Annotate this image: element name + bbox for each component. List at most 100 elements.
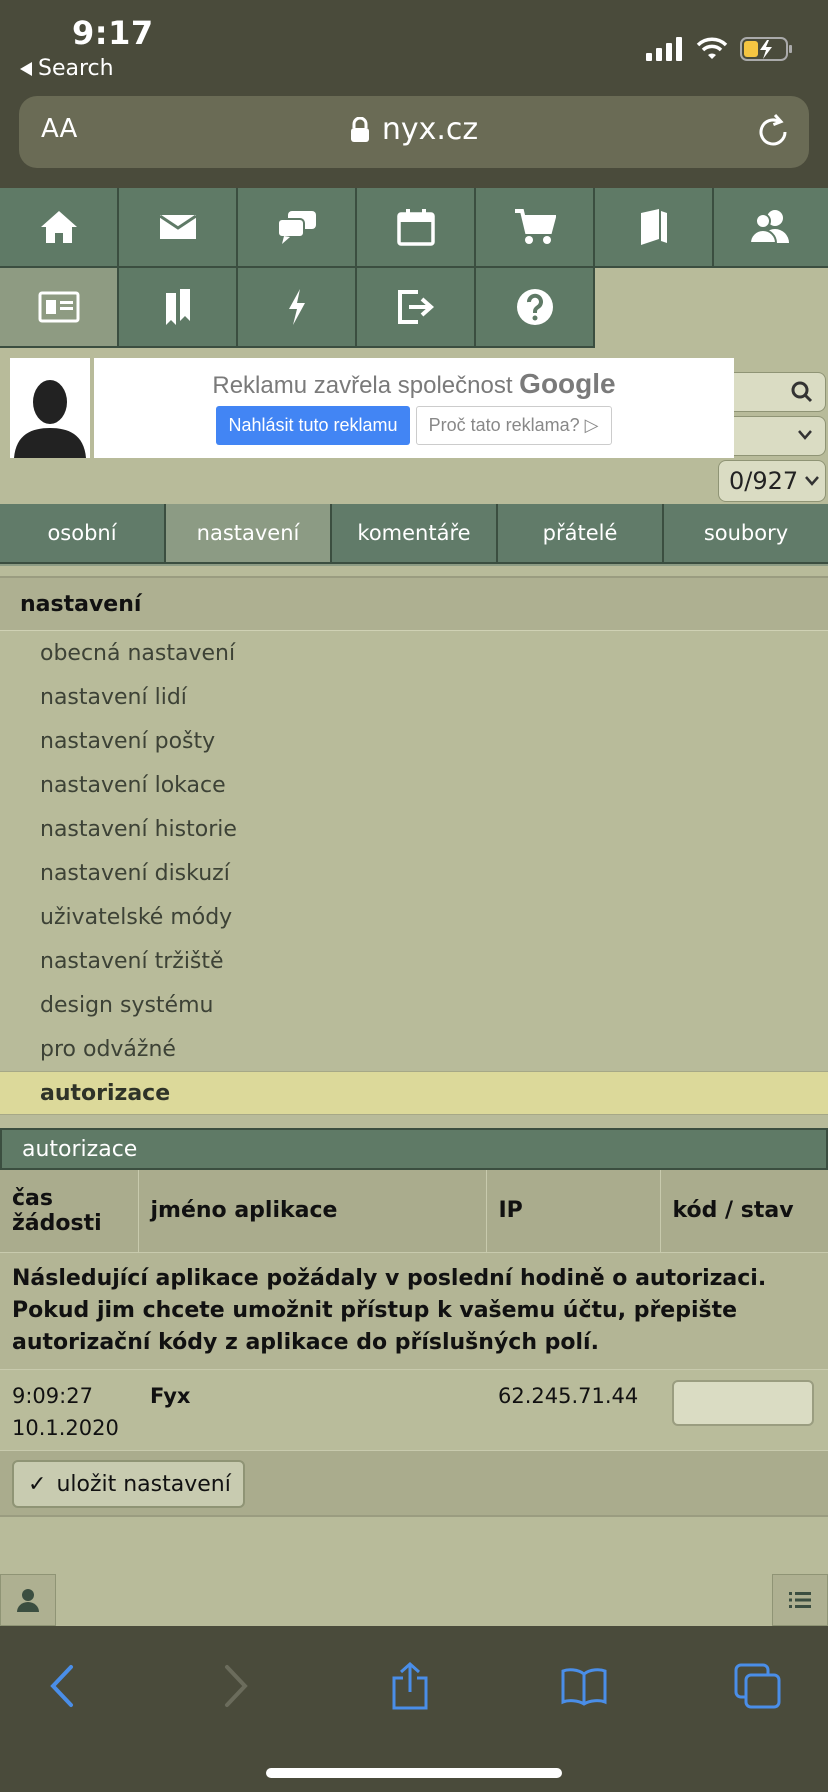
tab-files[interactable]: soubory	[664, 504, 828, 564]
filter-select[interactable]	[734, 416, 826, 456]
address-bar[interactable]: AA nyx.cz	[19, 96, 809, 168]
users-icon	[749, 210, 789, 244]
reload-icon[interactable]	[755, 112, 791, 150]
menu-item-people[interactable]: nastavení lidí	[0, 675, 828, 719]
mail-icon	[158, 214, 197, 239]
back-to-search-link[interactable]: Search	[20, 56, 114, 81]
save-row: ✓ uložit nastavení	[0, 1450, 828, 1517]
tab-friends[interactable]: přátelé	[498, 504, 664, 564]
ad-closed-notice: Reklamu zavřela společnost Google Nahlás…	[94, 358, 734, 458]
list-toggle-tab[interactable]	[772, 1574, 828, 1626]
nav-market[interactable]	[476, 188, 595, 268]
browser-top-chrome: 9:17 Search AA nyx.cz	[0, 0, 828, 188]
profile-card-icon	[38, 291, 79, 323]
list-icon	[789, 1592, 811, 1608]
report-ad-button[interactable]: Nahlásit tuto reklamu	[216, 406, 410, 445]
bookmarks-icon	[165, 289, 190, 325]
battery-charging-icon	[740, 37, 792, 61]
nav-help[interactable]	[476, 268, 595, 348]
nav-home[interactable]	[0, 188, 119, 268]
auth-table: čas žádosti jméno aplikace IP kód / stav …	[0, 1170, 828, 1454]
bookmarks-button[interactable]	[554, 1656, 614, 1716]
nav-mail[interactable]	[119, 188, 238, 268]
user-avatar[interactable]	[10, 358, 90, 458]
nav-discussions[interactable]	[238, 188, 357, 268]
page-count-select[interactable]: 0/927	[718, 460, 826, 502]
save-settings-label: uložit nastavení	[56, 1471, 231, 1497]
chevron-down-icon	[798, 430, 812, 440]
status-time: 9:17	[72, 14, 154, 52]
ad-closed-text: Reklamu zavřela společnost Google	[212, 368, 616, 399]
menu-item-design[interactable]: design systému	[0, 983, 828, 1027]
col-ip: IP	[486, 1170, 661, 1252]
nav-calendar[interactable]	[357, 188, 476, 268]
help-icon	[516, 289, 553, 325]
request-ip: 62.245.71.44	[486, 1368, 660, 1454]
request-time: 9:09:27 10.1.2020	[0, 1368, 138, 1454]
user-icon	[17, 1589, 39, 1612]
why-this-ad-button[interactable]: Proč tato reklama? ▷	[415, 406, 612, 445]
forward-button[interactable]	[206, 1656, 266, 1716]
icon-navigation	[0, 188, 828, 352]
share-button[interactable]	[380, 1656, 440, 1716]
table-row: 9:09:27 10.1.2020 Fyx 62.245.71.44	[0, 1368, 828, 1454]
col-request-time: čas žádosti	[0, 1170, 139, 1252]
back-search-label: Search	[38, 56, 114, 81]
auth-notice-row: Následující aplikace požádaly v poslední…	[0, 1251, 828, 1369]
nav-logout[interactable]	[357, 268, 476, 348]
menu-item-mail[interactable]: nastavení pošty	[0, 719, 828, 763]
cellular-signal-icon	[646, 37, 682, 61]
book-icon	[640, 209, 667, 245]
save-settings-button[interactable]: ✓ uložit nastavení	[12, 1460, 245, 1508]
auth-notice: Následující aplikace požádaly v poslední…	[0, 1251, 828, 1369]
menu-item-location[interactable]: nastavení lokace	[0, 763, 828, 807]
nav-profile[interactable]	[0, 268, 119, 348]
user-toggle-tab[interactable]	[0, 1574, 56, 1626]
google-logo-text: Google	[519, 368, 616, 399]
menu-item-market[interactable]: nastavení tržiště	[0, 939, 828, 983]
menu-item-discussions[interactable]: nastavení diskuzí	[0, 851, 828, 895]
lightning-icon	[288, 289, 305, 325]
col-code-status: kód / stav	[660, 1170, 828, 1252]
url-display[interactable]: nyx.cz	[19, 112, 809, 147]
discussion-icon	[276, 211, 316, 244]
calendar-icon	[396, 209, 435, 246]
code-cell	[660, 1368, 828, 1454]
settings-header: nastavení	[0, 576, 828, 631]
tabs-overview-icon	[734, 1663, 781, 1709]
search-input[interactable]	[734, 372, 826, 412]
menu-item-user-modes[interactable]: uživatelské módy	[0, 895, 828, 939]
status-indicators	[646, 36, 794, 62]
menu-item-general[interactable]: obecná nastavení	[0, 631, 828, 675]
url-domain: nyx.cz	[381, 112, 479, 147]
chevron-left-icon	[50, 1665, 73, 1707]
auth-table-header: čas žádosti jméno aplikace IP kód / stav	[0, 1170, 828, 1252]
nav-bookmarks[interactable]	[119, 268, 238, 348]
tab-comments[interactable]: komentáře	[332, 504, 498, 564]
lock-icon	[350, 116, 369, 142]
back-button[interactable]	[32, 1656, 92, 1716]
tab-personal[interactable]: osobní	[0, 504, 166, 564]
nav-book[interactable]	[595, 188, 714, 268]
share-icon	[392, 1662, 428, 1710]
nav-activity[interactable]	[238, 268, 357, 348]
app-name: Fyx	[138, 1368, 486, 1454]
home-icon	[40, 211, 77, 243]
nav-people[interactable]	[714, 188, 828, 268]
menu-item-brave[interactable]: pro odvážné	[0, 1027, 828, 1071]
menu-item-authorization[interactable]: autorizace	[0, 1071, 828, 1115]
logout-icon	[397, 290, 434, 324]
auth-code-input[interactable]	[672, 1379, 814, 1426]
back-arrow-icon	[20, 61, 32, 76]
section-tabs: osobní nastavení komentáře přátelé soubo…	[0, 504, 828, 566]
home-indicator	[266, 1768, 562, 1778]
browser-toolbar	[0, 1626, 828, 1792]
menu-item-history[interactable]: nastavení historie	[0, 807, 828, 851]
tab-settings[interactable]: nastavení	[166, 504, 332, 564]
ad-choices-icon: ▷	[584, 415, 599, 435]
col-app-name: jméno aplikace	[138, 1170, 487, 1252]
checkmark-icon: ✓	[28, 1471, 47, 1497]
auth-panel-title: autorizace	[0, 1128, 828, 1170]
tabs-button[interactable]	[728, 1656, 788, 1716]
wifi-icon	[696, 37, 728, 59]
